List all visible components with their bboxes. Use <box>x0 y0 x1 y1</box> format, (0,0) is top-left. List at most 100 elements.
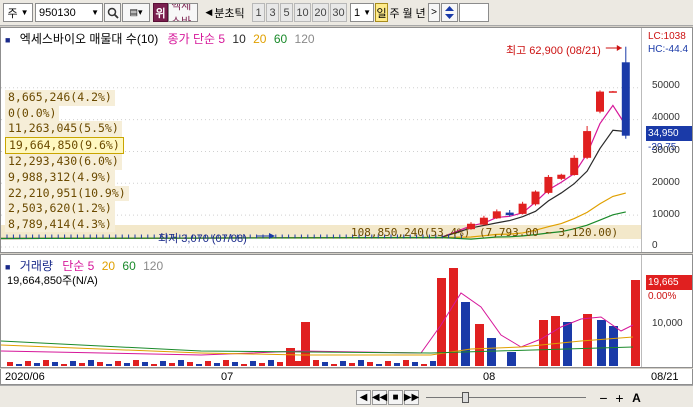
market-select[interactable]: 주 ▼ <box>3 3 33 22</box>
volume-bar <box>43 360 49 366</box>
minute-option[interactable]: 20 <box>312 3 329 22</box>
volume-bar <box>52 362 58 366</box>
volume-bar <box>16 364 22 366</box>
volume-bar <box>313 360 319 366</box>
vol-ma20-legend: 20 <box>101 259 116 273</box>
period-selector[interactable]: ◀ 분초틱 <box>199 3 251 22</box>
ma5-legend: 종가 단순 5 <box>167 32 226 46</box>
y-axis-label: 40000 <box>652 112 680 123</box>
extra-input[interactable] <box>459 3 489 22</box>
chevron-down-icon: ▼ <box>363 8 371 17</box>
stock-code-value: 950130 <box>39 6 76 19</box>
search-button[interactable] <box>104 3 121 22</box>
zoom-in-button[interactable]: + <box>612 389 627 406</box>
plus-icon: + <box>615 389 624 406</box>
y-axis-label: 30000 <box>652 145 680 156</box>
volume-bar <box>331 364 337 366</box>
forward-icon: ▶▶ <box>403 392 420 403</box>
volume-bar <box>70 361 76 366</box>
vol-ma60-legend: 60 <box>122 259 136 273</box>
year-tab[interactable]: 년 <box>414 3 427 22</box>
zoom-out-button[interactable]: − <box>596 389 611 406</box>
minute-option[interactable]: 30 <box>330 3 347 22</box>
minute-option[interactable]: 5 <box>280 3 293 22</box>
volume-profile-list: 8,665,246(4.2%) 0(0.0%) 11,263,045(5.5%)… <box>5 90 129 233</box>
scroll-first-button[interactable]: ◀ <box>356 390 371 405</box>
stock-menu-button[interactable]: ▤▾ <box>122 3 150 22</box>
volume-profile-row: 22,210,951(10.9%) <box>5 185 129 202</box>
slider-track <box>426 397 586 398</box>
volume-profile-row: 9,988,312(4.9%) <box>5 169 115 186</box>
high-annotation: 최고 62,900 (08/21) <box>506 45 601 57</box>
auto-scale-button[interactable]: A <box>629 390 644 405</box>
day-tab[interactable]: 일 <box>375 3 388 22</box>
volume-bar <box>507 352 516 366</box>
volume-bar <box>187 362 193 366</box>
minute-option-label: 30 <box>332 6 345 19</box>
stop-button[interactable]: ■ <box>388 390 403 405</box>
low-annotation: 최저 3,070 (07/08) <box>158 233 247 245</box>
price-legend: ■ 엑세스바이오 매물대 수(10) 종가 단순 5 10 20 60 120 <box>5 30 321 47</box>
minute-option[interactable]: 1 <box>252 3 265 22</box>
volume-bar <box>124 363 130 366</box>
auto-icon: A <box>632 390 641 405</box>
volume-profile-row: 2,503,620(1.2%) <box>5 201 115 217</box>
chart-navigation-bar: ◀ ◀◀ ■ ▶▶ − + A <box>0 385 693 407</box>
scroll-toggle-button[interactable] <box>441 3 458 22</box>
volume-bar <box>461 302 470 366</box>
volume-bar <box>97 362 103 366</box>
volume-bar <box>539 320 548 366</box>
volume-bar <box>241 364 247 366</box>
caret-left-icon: ◀ <box>205 7 213 17</box>
ma10-legend: 10 <box>232 32 246 46</box>
volume-y-axis-label: 10,000 <box>652 318 683 329</box>
hc-label: HC:-44.4 <box>648 44 689 55</box>
rank-badge[interactable]: 위 <box>153 3 168 22</box>
volume-axis-divider <box>641 255 642 367</box>
month-tab[interactable]: 월 <box>401 3 414 22</box>
candle-body <box>596 91 604 112</box>
volume-profile-row: 8,665,246(4.2%) <box>5 90 115 106</box>
week-tab[interactable]: 주 <box>388 3 401 22</box>
volume-chart-pane: ■ 거래량 단순 5 20 60 120 19,664,850주(N/A) 19… <box>0 254 693 368</box>
minute-option[interactable]: 3 <box>266 3 279 22</box>
volume-bar <box>358 360 364 366</box>
minute-option[interactable]: 10 <box>294 3 311 22</box>
volume-legend-title: 거래량 <box>19 259 53 273</box>
price-chart-pane: ■ 엑세스바이오 매물대 수(10) 종가 단순 5 10 20 60 120 … <box>0 27 693 253</box>
stop-icon: ■ <box>392 392 399 403</box>
ma120-legend: 120 <box>294 32 315 46</box>
volume-bar <box>25 361 31 366</box>
candle-body <box>505 212 514 216</box>
volume-bar <box>61 364 67 366</box>
volume-bar <box>295 361 301 366</box>
candle-body <box>531 191 540 205</box>
volume-bar <box>301 322 310 366</box>
x-axis-date-label: 08/21 <box>651 371 679 383</box>
volume-bar <box>142 362 148 366</box>
chart-toolbar: 주 ▼ 950130 ▼ ▤▾ 위 엑세스바 ◀ 분초틱 1 3 5 10 20… <box>0 0 693 26</box>
candle-body <box>557 174 566 179</box>
volume-profile-row: 8,789,414(4.3%) <box>5 216 115 233</box>
volume-profile-row: 19,664,850(9.6%) <box>5 136 124 155</box>
volume-bar <box>7 362 13 366</box>
stock-code-input[interactable]: 950130 ▼ <box>35 3 103 22</box>
vol-ma5-legend: 단순 5 <box>62 259 95 273</box>
scroll-back-button[interactable]: ◀◀ <box>372 390 387 405</box>
x-axis-label: 2020/06 <box>5 371 45 383</box>
volume-readout: 19,664,850주(N/A) <box>7 275 98 287</box>
candle-body <box>479 217 488 225</box>
count-select[interactable]: 1 ▼ <box>350 3 374 22</box>
volume-bar <box>232 362 238 366</box>
next-period-button[interactable]: > <box>428 3 440 22</box>
zoom-slider[interactable] <box>426 392 586 403</box>
minus-icon: − <box>599 389 608 406</box>
volume-bar <box>178 360 184 366</box>
volume-bar <box>563 322 572 366</box>
scroll-forward-button[interactable]: ▶▶ <box>404 390 419 405</box>
slider-thumb[interactable] <box>462 392 469 403</box>
minute-option-label: 5 <box>283 6 290 19</box>
volume-bar <box>151 364 157 366</box>
minute-option-label: 1 <box>255 6 262 19</box>
volume-bar <box>376 364 382 366</box>
